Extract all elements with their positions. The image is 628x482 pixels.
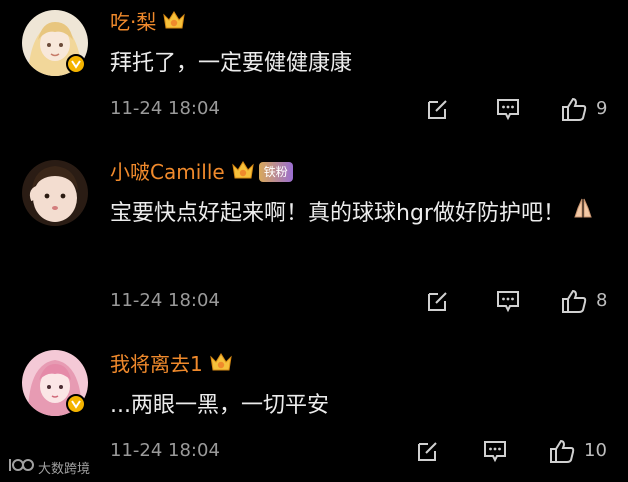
watermark-text: 大数跨境 xyxy=(38,461,91,477)
username[interactable]: 我将离去1 xyxy=(110,350,203,378)
like-button[interactable]: 8 xyxy=(560,286,607,316)
crown-icon xyxy=(162,9,186,35)
praying-hands-icon xyxy=(572,192,594,236)
timestamp: 11-24 18:04 xyxy=(110,440,220,461)
timestamp: 11-24 18:04 xyxy=(110,98,220,119)
like-button[interactable]: 10 xyxy=(548,436,607,466)
comment-text-content: 宝要快点好起来啊！真的球球hgr做好防护吧！ xyxy=(110,201,565,226)
edit-icon[interactable] xyxy=(415,436,441,466)
avatar[interactable] xyxy=(22,160,88,226)
edit-icon[interactable] xyxy=(425,286,451,316)
crown-icon xyxy=(209,351,233,377)
like-count: 8 xyxy=(596,290,608,311)
like-count: 9 xyxy=(596,98,608,119)
crown-icon xyxy=(231,159,255,185)
like-icon xyxy=(562,289,587,313)
username[interactable]: 小啵Camille xyxy=(110,158,225,186)
like-icon xyxy=(562,97,587,121)
comment-text: 拜托了，一定要健健康康 xyxy=(110,51,353,76)
comment-icon[interactable] xyxy=(495,286,521,316)
timestamp: 11-24 18:04 xyxy=(110,290,220,311)
watermark: 大数跨境 xyxy=(8,456,90,478)
like-icon xyxy=(550,439,575,463)
fan-badge: 铁粉 xyxy=(258,162,293,182)
like-button[interactable]: 9 xyxy=(560,94,607,124)
verified-icon xyxy=(66,54,86,74)
like-count: 10 xyxy=(584,440,607,461)
comment-icon[interactable] xyxy=(495,94,521,124)
username[interactable]: 吃·梨 xyxy=(110,8,156,36)
comment-text: ...两眼一黑，一切平安 xyxy=(110,393,329,418)
verified-icon xyxy=(66,394,86,414)
watermark-logo-icon xyxy=(8,456,34,478)
comment-icon[interactable] xyxy=(482,436,508,466)
comment-text: 宝要快点好起来啊！真的球球hgr做好防护吧！ xyxy=(110,192,610,236)
edit-icon[interactable] xyxy=(425,94,451,124)
